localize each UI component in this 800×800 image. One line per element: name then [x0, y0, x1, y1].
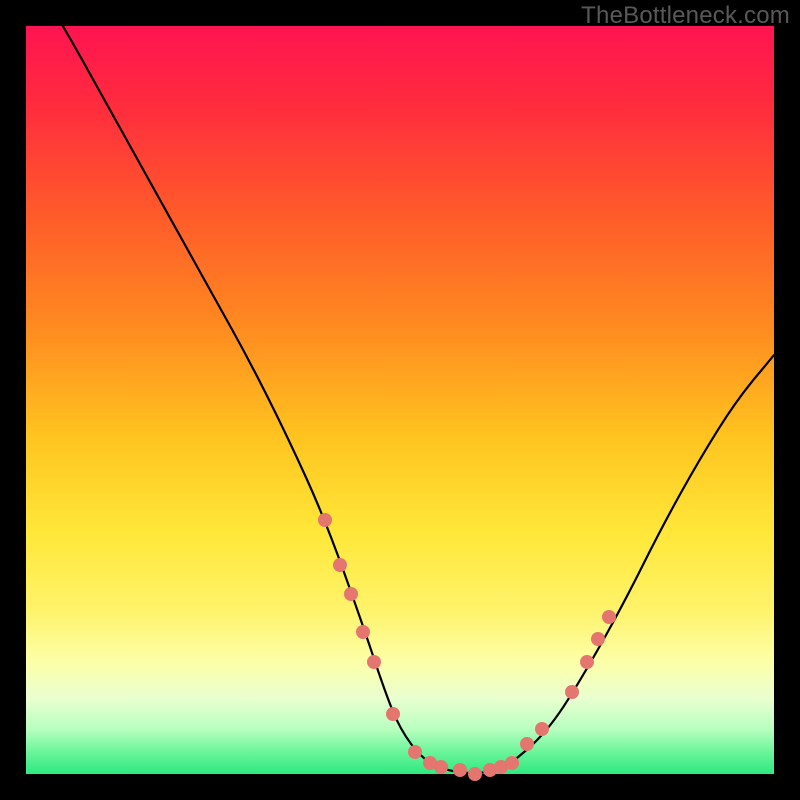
marker-point: [344, 587, 358, 601]
marker-point: [565, 685, 579, 699]
marker-point: [386, 707, 400, 721]
marker-point: [602, 610, 616, 624]
marker-point: [434, 760, 448, 774]
marker-point: [333, 558, 347, 572]
marker-point: [367, 655, 381, 669]
watermark-text: TheBottleneck.com: [581, 2, 790, 30]
marker-point: [408, 745, 422, 759]
marker-point: [453, 763, 467, 777]
marker-point: [591, 632, 605, 646]
marker-point: [535, 722, 549, 736]
marker-point: [356, 625, 370, 639]
marker-layer: [26, 26, 774, 774]
marker-point: [318, 513, 332, 527]
plot-area: [26, 26, 774, 774]
marker-point: [468, 767, 482, 781]
marker-point: [580, 655, 594, 669]
chart-frame: TheBottleneck.com: [0, 0, 800, 800]
marker-point: [520, 737, 534, 751]
marker-point: [505, 756, 519, 770]
